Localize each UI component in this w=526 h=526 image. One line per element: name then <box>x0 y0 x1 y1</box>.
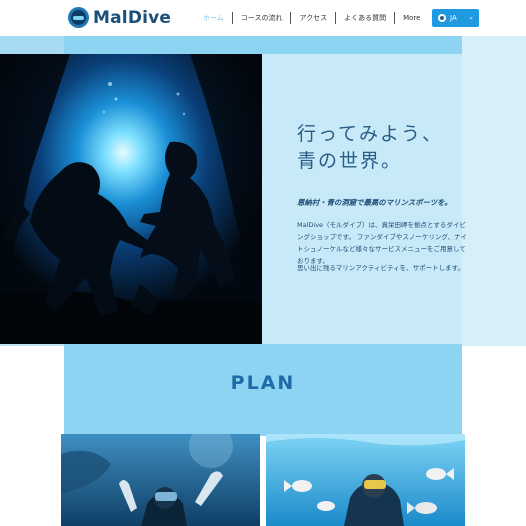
main-nav: ホーム コースの流れ アクセス よくある質問 More <box>195 11 428 25</box>
nav-item-course-flow[interactable]: コースの流れ <box>233 12 291 24</box>
hero-headline: 行ってみよう、 青の世界。 <box>297 121 443 175</box>
hero-image-graphic <box>0 54 262 344</box>
hero-subheading: 恩納村・青の洞窟で最高のマリンスポーツを。 <box>297 198 452 207</box>
hero-headline-line-2: 青の世界。 <box>297 150 403 172</box>
brand-name: MalDive <box>93 7 172 28</box>
hero-tagline: 思い出に残るマリンアクティビティを、サポートします。 <box>297 264 464 272</box>
nav-item-home[interactable]: ホーム <box>195 12 232 24</box>
nav-item-faq[interactable]: よくある質問 <box>336 12 394 24</box>
plan-section-title: PLAN <box>230 372 296 394</box>
hero-image <box>0 54 262 344</box>
hero-headline-line-1: 行ってみよう、 <box>297 123 444 145</box>
nav-item-access[interactable]: アクセス <box>291 12 335 24</box>
site-logo[interactable]: MalDive <box>68 7 171 28</box>
site-header: MalDive ホーム コースの流れ アクセス よくある質問 More JA ⌄ <box>0 0 526 36</box>
plan-card-snorkeling[interactable] <box>266 434 465 526</box>
language-selector[interactable]: JA ⌄ <box>432 9 479 27</box>
plan-card-fun-dive[interactable] <box>61 434 260 526</box>
hero-description: MalDive（モルダイブ）は、真栄田岬を拠点とするダイビングショップです。 フ… <box>297 221 467 265</box>
language-code: JA <box>450 14 457 22</box>
globe-icon <box>438 14 446 22</box>
nav-item-more[interactable]: More <box>395 12 428 24</box>
background-accent-right <box>462 36 526 346</box>
plan-card-image <box>266 434 465 526</box>
plan-card-image <box>61 434 260 526</box>
chevron-down-icon: ⌄ <box>468 13 474 21</box>
background-accent <box>0 36 64 54</box>
logo-icon <box>68 7 89 28</box>
